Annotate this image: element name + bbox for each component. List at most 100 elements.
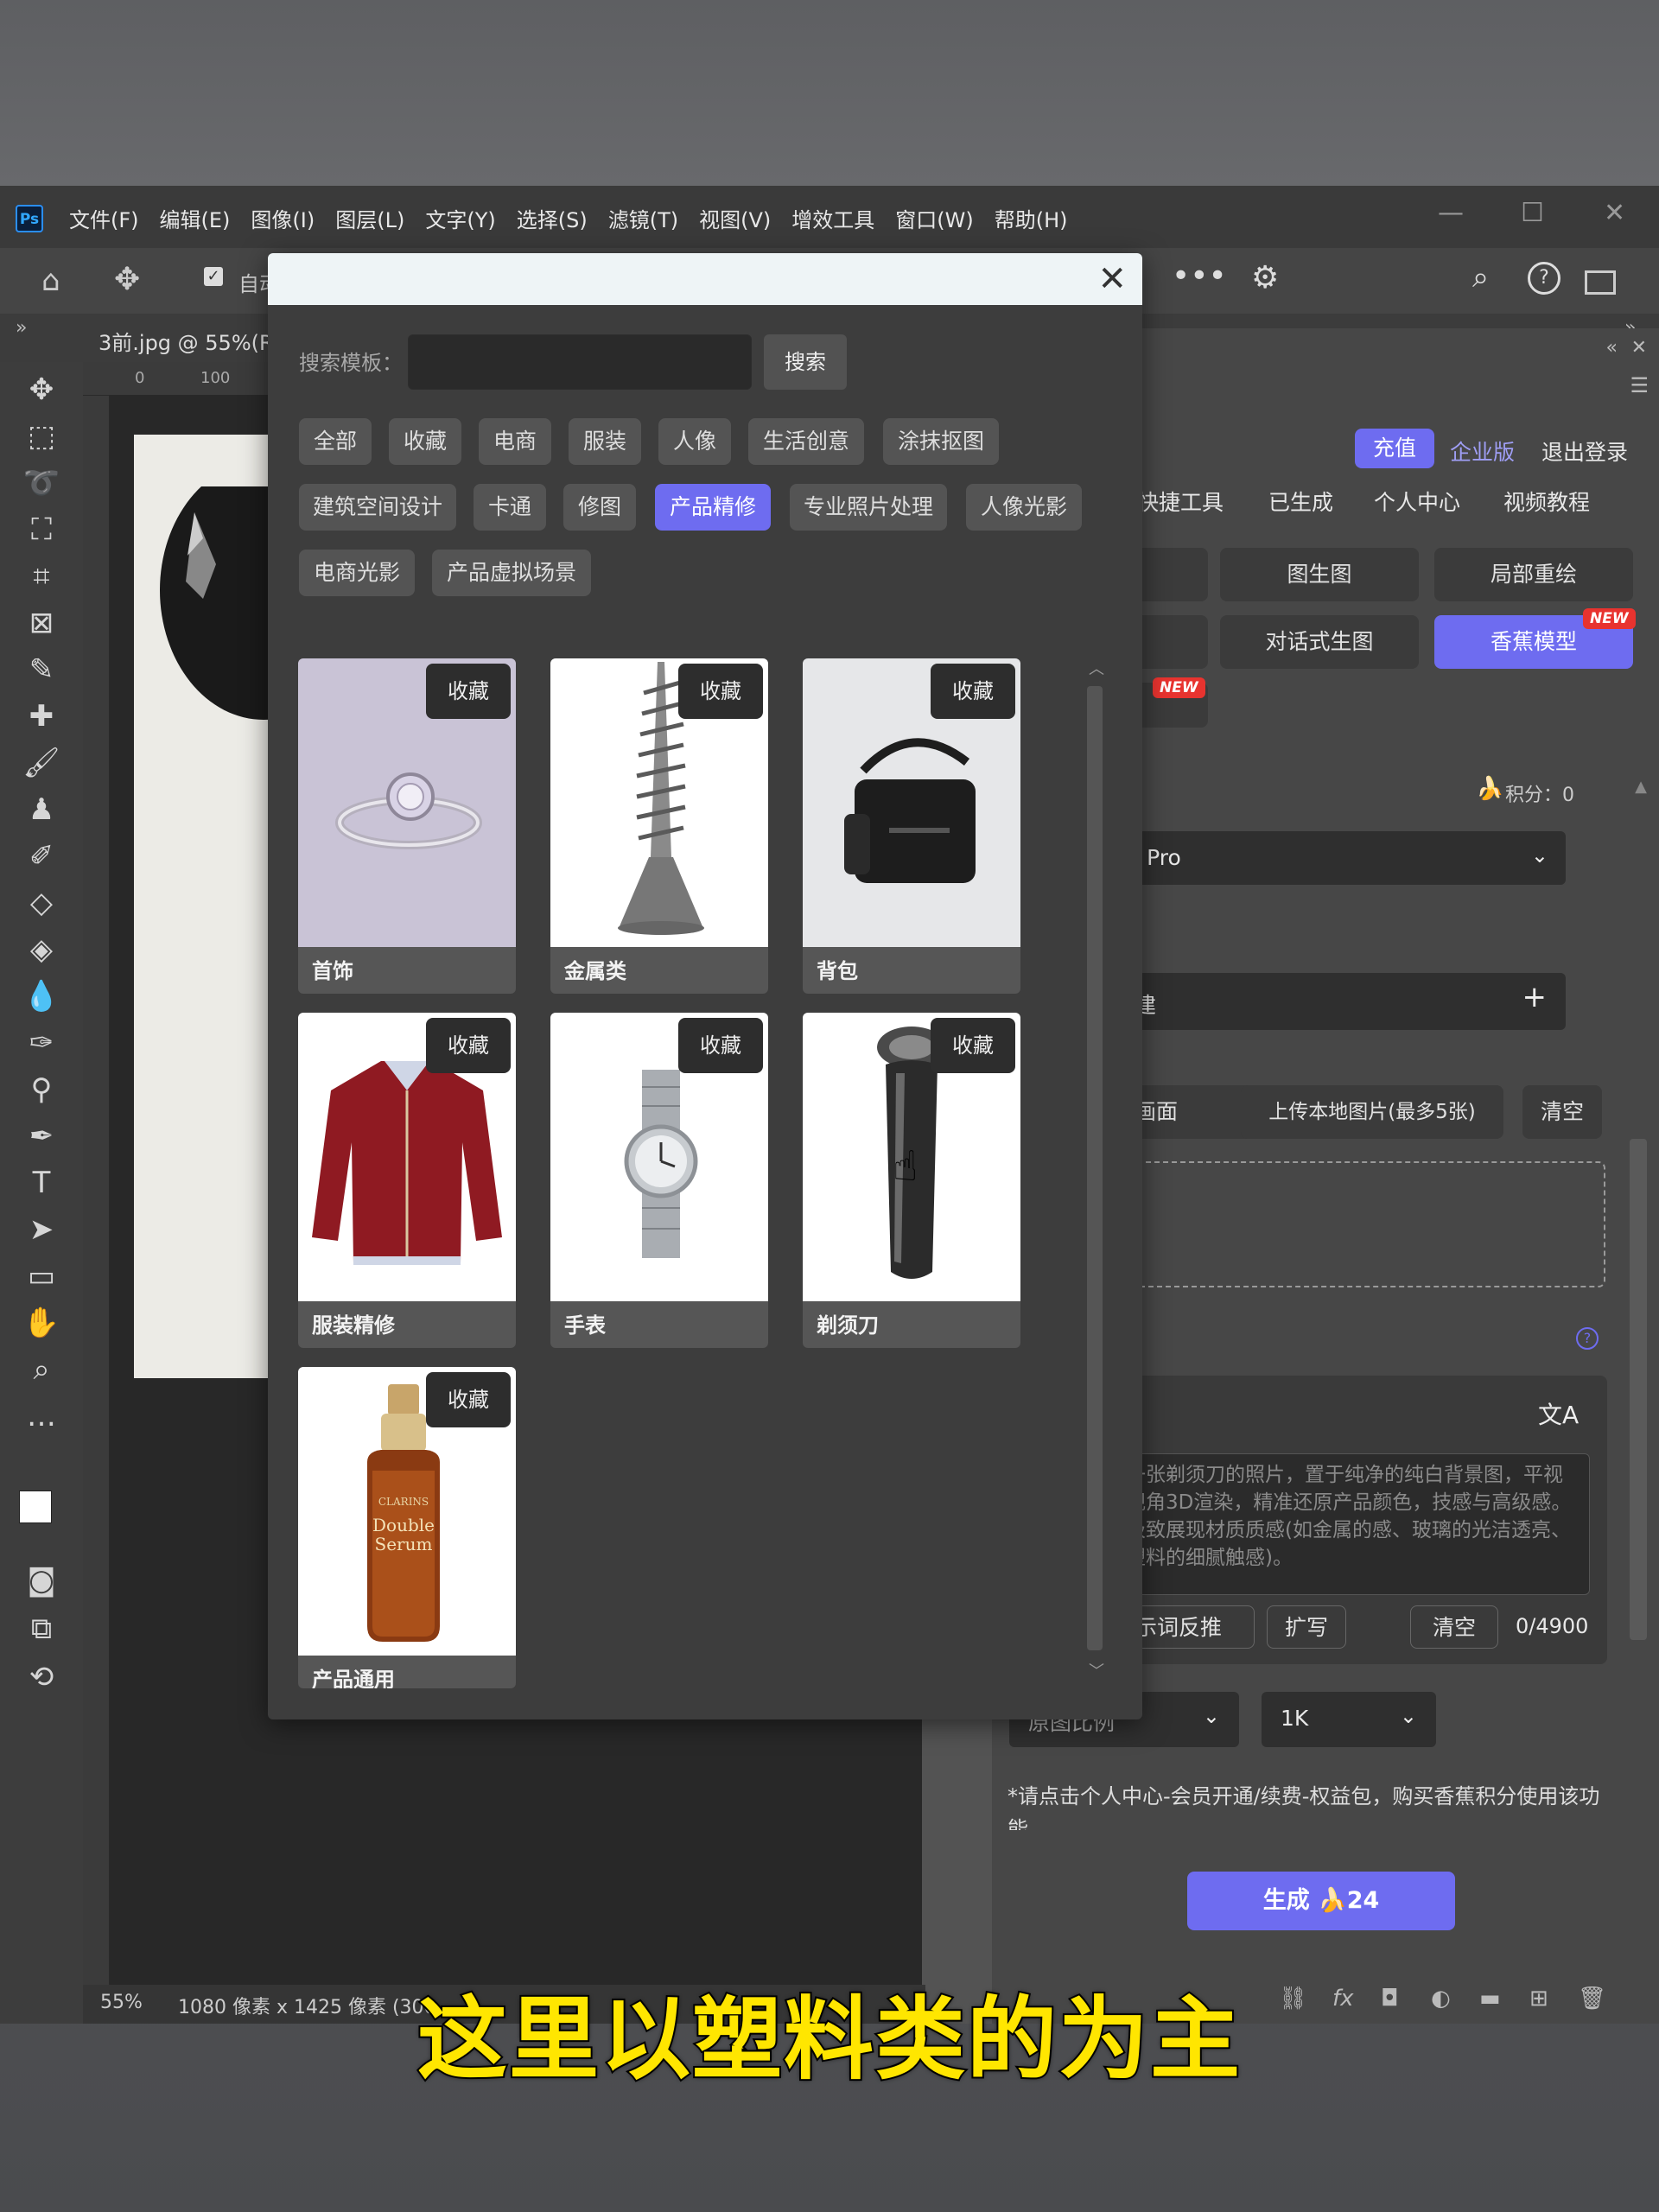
menu-edit[interactable]: 编辑(E): [160, 203, 231, 233]
type-tool[interactable]: T: [19, 1164, 64, 1202]
panel-menu-icon[interactable]: ☰: [1630, 373, 1649, 397]
path-select-tool[interactable]: ➤: [19, 1211, 64, 1249]
category-product-retouch[interactable]: 产品精修: [655, 484, 771, 531]
recharge-button[interactable]: 充值: [1355, 429, 1434, 468]
foreground-color-swatch[interactable]: [19, 1491, 52, 1523]
nav-quick-tools[interactable]: 快捷工具: [1137, 486, 1224, 517]
move-tool[interactable]: ✥: [19, 371, 64, 409]
stamp-tool[interactable]: ♟: [19, 791, 64, 829]
close-icon[interactable]: ✕: [1097, 257, 1127, 302]
image-drop-zone[interactable]: [1113, 1161, 1605, 1287]
auto-select-checkbox[interactable]: ✓: [204, 267, 223, 286]
menu-layer[interactable]: 图层(L): [335, 203, 404, 233]
category-ecommerce[interactable]: 电商: [479, 418, 551, 465]
eraser-tool[interactable]: ◇: [19, 884, 64, 922]
menu-plugins[interactable]: 增效工具: [791, 203, 874, 233]
collapse-panel-icon[interactable]: «: [1606, 337, 1618, 359]
upload-images-button[interactable]: 上传本地图片(最多5张): [1241, 1085, 1503, 1139]
template-card-clothing[interactable]: 收藏 服装精修: [298, 1013, 516, 1348]
menu-view[interactable]: 视图(V): [699, 203, 771, 233]
category-portrait[interactable]: 人像: [658, 418, 731, 465]
screen-mode-icon[interactable]: ⧉: [19, 1610, 64, 1648]
category-smear-cutout[interactable]: 涂抹抠图: [883, 418, 999, 465]
nav-user-center[interactable]: 个人中心: [1374, 486, 1460, 517]
category-clothing[interactable]: 服装: [569, 418, 641, 465]
favorite-button[interactable]: 收藏: [931, 1018, 1015, 1073]
healing-tool[interactable]: ✚: [19, 697, 64, 735]
workspace-icon[interactable]: [1585, 270, 1616, 295]
modal-scrollbar[interactable]: ︿ ﹀: [1085, 657, 1106, 1685]
panel-scrollbar-thumb[interactable]: [1630, 1139, 1647, 1640]
menu-image[interactable]: 图像(I): [251, 203, 315, 233]
dodge-tool[interactable]: ✑: [19, 1024, 64, 1062]
gear-icon[interactable]: ⚙: [1251, 260, 1279, 296]
logout-link[interactable]: 退出登录: [1541, 435, 1628, 467]
menu-type[interactable]: 文字(Y): [425, 203, 495, 233]
favorite-button[interactable]: 收藏: [678, 1018, 763, 1073]
search-button[interactable]: 搜索: [764, 334, 847, 390]
close-window-icon[interactable]: ✕: [1604, 198, 1625, 228]
sponge-tool[interactable]: ⚲: [19, 1071, 64, 1109]
template-card-watch[interactable]: 收藏 手表: [550, 1013, 768, 1348]
scroll-up-icon[interactable]: ▲: [1635, 778, 1647, 796]
generative-icon[interactable]: ⟲: [19, 1658, 64, 1696]
marquee-tool[interactable]: ⬚: [19, 417, 64, 455]
rectangle-tool[interactable]: ▭: [19, 1257, 64, 1295]
category-architecture[interactable]: 建筑空间设计: [299, 484, 456, 531]
enterprise-link[interactable]: 企业版: [1450, 435, 1515, 467]
feature-img2img[interactable]: 图生图: [1220, 548, 1419, 601]
help-icon[interactable]: ?: [1576, 1327, 1599, 1350]
favorite-button[interactable]: 收藏: [931, 664, 1015, 719]
nav-generated[interactable]: 已生成: [1268, 486, 1333, 517]
template-card-shaver[interactable]: 收藏 剃须刀 ☝: [803, 1013, 1020, 1348]
favorite-button[interactable]: 收藏: [426, 664, 511, 719]
move-tool-icon[interactable]: ✥: [114, 262, 140, 297]
object-select-tool[interactable]: ⛶: [19, 511, 64, 549]
category-all[interactable]: 全部: [299, 418, 372, 465]
category-pro-photo[interactable]: 专业照片处理: [790, 484, 947, 531]
feature-chat-generate[interactable]: 对话式生图: [1220, 615, 1419, 669]
menu-select[interactable]: 选择(S): [517, 203, 588, 233]
collapse-toolbar-icon[interactable]: »: [16, 317, 27, 339]
quick-mask-icon[interactable]: ◙: [19, 1561, 64, 1599]
pen-tool[interactable]: ✒: [19, 1117, 64, 1155]
more-tools-icon[interactable]: …: [19, 1397, 64, 1435]
brush-tool[interactable]: 🖌: [19, 744, 64, 782]
home-icon[interactable]: ⌂: [41, 264, 60, 298]
search-input[interactable]: [408, 334, 752, 390]
template-card-metal[interactable]: 收藏 金属类: [550, 658, 768, 994]
close-panel-icon[interactable]: ✕: [1631, 337, 1647, 359]
feature-inpaint[interactable]: 局部重绘: [1434, 548, 1633, 601]
clear-images-button[interactable]: 清空: [1522, 1085, 1602, 1139]
translate-icon[interactable]: 文A: [1538, 1396, 1579, 1431]
category-retouch[interactable]: 修图: [563, 484, 636, 531]
search-icon[interactable]: ⌕: [1472, 260, 1489, 295]
paint-bucket-tool[interactable]: ◈: [19, 931, 64, 969]
maximize-icon[interactable]: ☐: [1521, 198, 1544, 228]
category-cartoon[interactable]: 卡通: [474, 484, 546, 531]
plus-icon[interactable]: +: [1522, 980, 1548, 1014]
favorite-button[interactable]: 收藏: [426, 1018, 511, 1073]
minimize-icon[interactable]: —: [1438, 198, 1464, 228]
category-portrait-lighting[interactable]: 人像光影: [966, 484, 1082, 531]
create-field[interactable]: 创建 +: [1113, 973, 1566, 1030]
history-brush-tool[interactable]: ✐: [19, 837, 64, 875]
clear-prompt-button[interactable]: 清空: [1410, 1605, 1498, 1649]
template-card-jewelry[interactable]: 收藏 首饰: [298, 658, 516, 994]
template-card-bag[interactable]: 收藏 背包: [803, 658, 1020, 994]
expand-prompt-button[interactable]: 扩写: [1267, 1605, 1346, 1649]
scroll-down-icon[interactable]: ﹀: [1089, 1659, 1104, 1681]
category-favorites[interactable]: 收藏: [389, 418, 461, 465]
menu-file[interactable]: 文件(F): [69, 203, 139, 233]
nav-video-tutorial[interactable]: 视频教程: [1503, 486, 1590, 517]
scrollbar-thumb[interactable]: [1087, 686, 1103, 1650]
model-select[interactable]: na Pro ⌄: [1113, 831, 1566, 885]
lasso-tool[interactable]: ➰: [19, 464, 64, 502]
category-ecommerce-lighting[interactable]: 电商光影: [299, 550, 415, 596]
zoom-tool[interactable]: ⌕: [19, 1351, 64, 1389]
eyedropper-tool[interactable]: ✎: [19, 651, 64, 689]
blur-tool[interactable]: 💧: [19, 977, 64, 1015]
favorite-button[interactable]: 收藏: [678, 664, 763, 719]
menu-help[interactable]: 帮助(H): [995, 203, 1068, 233]
scroll-up-icon[interactable]: ︿: [1089, 657, 1104, 679]
